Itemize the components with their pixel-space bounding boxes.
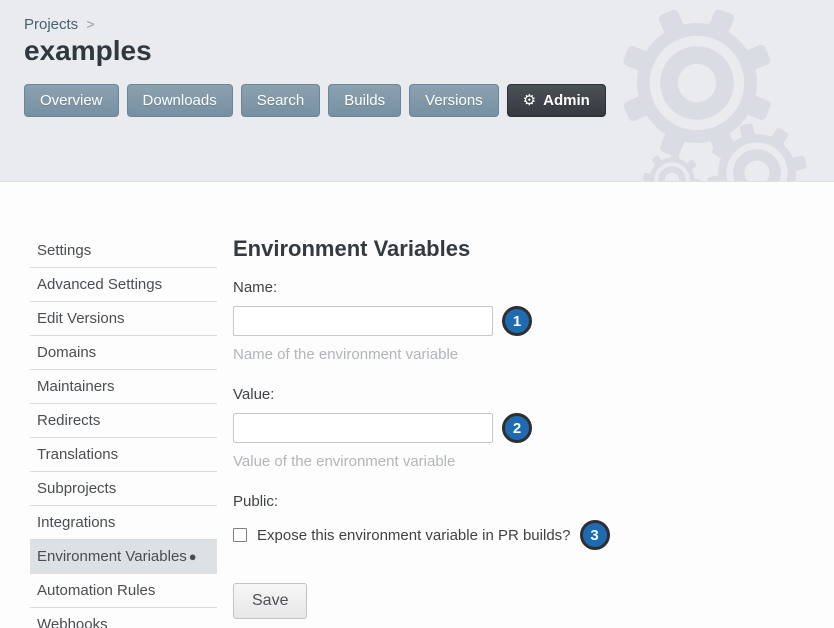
- value-input[interactable]: [233, 413, 493, 443]
- project-tabs: Overview Downloads Search Builds Version…: [24, 84, 834, 117]
- name-input[interactable]: [233, 306, 493, 336]
- tab-admin-label: Admin: [543, 92, 590, 109]
- save-button[interactable]: Save: [233, 583, 307, 619]
- project-header: Projects > examples Overview Downloads S…: [0, 0, 834, 182]
- sidebar-item-settings[interactable]: Settings: [30, 234, 217, 268]
- tab-versions[interactable]: Versions: [409, 84, 499, 117]
- sidebar-item-label: Environment Variables: [37, 548, 187, 565]
- tab-downloads[interactable]: Downloads: [127, 84, 233, 117]
- environment-variables-form: Environment Variables Name: 1 Name of th…: [233, 234, 610, 628]
- annotation-badge-1: 1: [502, 306, 532, 336]
- active-item-marker: ●: [189, 549, 197, 564]
- sidebar-item-advanced-settings[interactable]: Advanced Settings: [30, 268, 217, 302]
- admin-sidebar: Settings Advanced Settings Edit Versions…: [30, 234, 217, 628]
- tiny-gear-icon: [642, 150, 702, 182]
- public-checkbox-label: Expose this environment variable in PR b…: [257, 527, 571, 544]
- public-checkbox[interactable]: [233, 528, 247, 542]
- public-field-group: Public: Expose this environment variable…: [233, 493, 610, 550]
- gear-icon: ⚙: [523, 93, 536, 108]
- tab-overview[interactable]: Overview: [24, 84, 119, 117]
- breadcrumb-projects-link[interactable]: Projects: [24, 16, 78, 33]
- value-label: Value:: [233, 386, 610, 403]
- annotation-badge-2: 2: [502, 413, 532, 443]
- name-label: Name:: [233, 279, 610, 296]
- tab-builds[interactable]: Builds: [328, 84, 401, 117]
- sidebar-item-integrations[interactable]: Integrations: [30, 506, 217, 540]
- sidebar-item-translations[interactable]: Translations: [30, 438, 217, 472]
- sidebar-item-maintainers[interactable]: Maintainers: [30, 370, 217, 404]
- content-area: Settings Advanced Settings Edit Versions…: [0, 182, 834, 628]
- sidebar-item-edit-versions[interactable]: Edit Versions: [30, 302, 217, 336]
- tab-admin[interactable]: ⚙ Admin: [507, 84, 606, 117]
- value-help-text: Value of the environment variable: [233, 453, 610, 470]
- sidebar-item-environment-variables[interactable]: Environment Variables●: [30, 540, 217, 574]
- sidebar-item-automation-rules[interactable]: Automation Rules: [30, 574, 217, 608]
- sidebar-item-redirects[interactable]: Redirects: [30, 404, 217, 438]
- public-label: Public:: [233, 493, 610, 510]
- name-help-text: Name of the environment variable: [233, 346, 610, 363]
- sidebar-item-domains[interactable]: Domains: [30, 336, 217, 370]
- page-title: examples: [24, 35, 834, 67]
- sidebar-item-webhooks[interactable]: Webhooks: [30, 608, 217, 628]
- sidebar-item-subprojects[interactable]: Subprojects: [30, 472, 217, 506]
- annotation-badge-3: 3: [580, 520, 610, 550]
- tab-search[interactable]: Search: [241, 84, 321, 117]
- name-field-group: Name: 1 Name of the environment variable: [233, 279, 610, 363]
- small-gear-icon: [705, 121, 809, 182]
- breadcrumb: Projects >: [24, 16, 834, 33]
- value-field-group: Value: 2 Value of the environment variab…: [233, 386, 610, 470]
- section-heading: Environment Variables: [233, 236, 610, 262]
- breadcrumb-separator: >: [86, 16, 94, 32]
